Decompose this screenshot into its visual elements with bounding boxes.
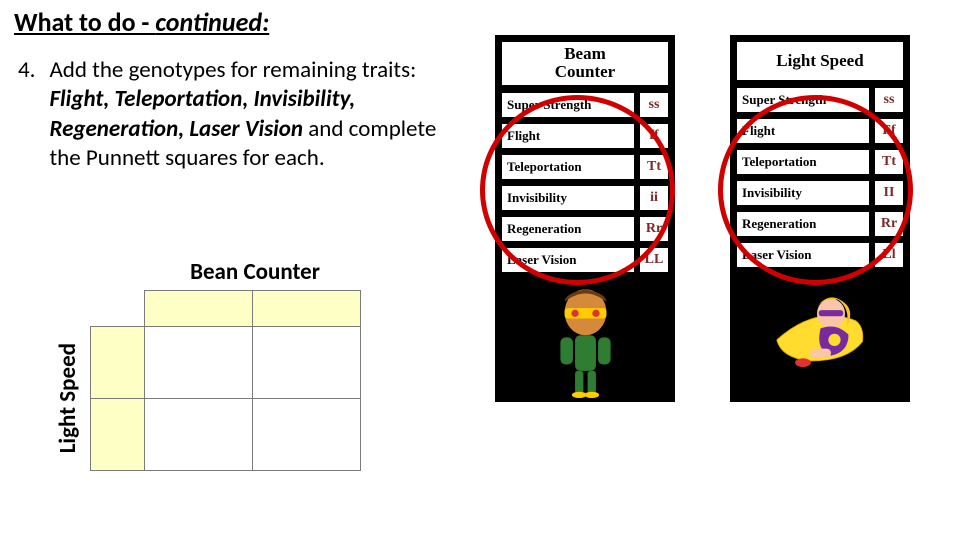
trait-genotype: LL [639, 247, 669, 273]
trait-genotype: ii [639, 185, 669, 211]
trait-genotype: Rr [874, 211, 904, 237]
trait-row: Super Strengthss [736, 87, 904, 113]
hero-illustration [736, 273, 904, 393]
trait-name: Flight [501, 123, 635, 149]
punnett-cell [253, 399, 361, 471]
step-number: 4. [18, 56, 35, 174]
trait-row: Laser VisionLl [736, 242, 904, 268]
trait-genotype: ff [639, 123, 669, 149]
instruction-lead: Add the genotypes for remaining traits: [49, 56, 416, 84]
trait-name: Teleportation [501, 154, 635, 180]
punnett-top-allele-2 [253, 291, 361, 327]
punnett-cell [145, 327, 253, 399]
trait-name: Laser Vision [501, 247, 635, 273]
punnett-top-label: Bean Counter [30, 258, 410, 286]
trait-genotype: Rr [639, 216, 669, 242]
trait-name: Regeneration [501, 216, 635, 242]
trait-row: Laser VisionLL [501, 247, 669, 273]
title-main: What to do - [14, 6, 155, 38]
trait-name: Laser Vision [736, 242, 870, 268]
light-speed-hero-icon [768, 278, 873, 393]
trait-name: Super Strength [736, 87, 870, 113]
trait-name: Super Strength [501, 92, 635, 118]
card-light-speed: Light Speed Super Strengthss FlightFf Te… [730, 35, 910, 402]
punnett-cell [253, 327, 361, 399]
trait-row: TeleportationTt [501, 154, 669, 180]
punnett-grid [90, 290, 361, 471]
trait-row: FlightFf [736, 118, 904, 144]
hero-cards: Beam Counter Super Strengthss Flightff T… [495, 35, 910, 402]
trait-genotype: Ff [874, 118, 904, 144]
trait-row: RegenerationRr [736, 211, 904, 237]
trait-row: RegenerationRr [501, 216, 669, 242]
punnett-square: Bean Counter Light Speed [30, 258, 410, 471]
trait-name: Teleportation [736, 149, 870, 175]
trait-genotype: ss [639, 92, 669, 118]
trait-genotype: ss [874, 87, 904, 113]
trait-row: Super Strengthss [501, 92, 669, 118]
punnett-side-allele-1 [91, 327, 145, 399]
page-title: What to do - continued: [0, 0, 960, 38]
punnett-side-label: Light Speed [54, 343, 82, 453]
trait-genotype: Tt [874, 149, 904, 175]
trait-genotype: Ll [874, 242, 904, 268]
punnett-top-allele-1 [145, 291, 253, 327]
punnett-cell [145, 399, 253, 471]
trait-name: Invisibility [501, 185, 635, 211]
trait-genotype: Tt [639, 154, 669, 180]
trait-genotype: II [874, 180, 904, 206]
card-beam-counter: Beam Counter Super Strengthss Flightff T… [495, 35, 675, 402]
instruction-text: Add the genotypes for remaining traits: … [49, 56, 450, 174]
trait-name: Regeneration [736, 211, 870, 237]
card-title: Beam Counter [501, 41, 669, 86]
trait-name: Invisibility [736, 180, 870, 206]
trait-row: Flightff [501, 123, 669, 149]
hero-illustration [501, 278, 669, 398]
title-continued: continued: [155, 6, 269, 38]
instruction-block: 4. Add the genotypes for remaining trait… [0, 38, 450, 174]
card-title: Light Speed [736, 41, 904, 81]
trait-row: TeleportationTt [736, 149, 904, 175]
beam-counter-hero-icon [533, 283, 638, 398]
punnett-side-allele-2 [91, 399, 145, 471]
trait-name: Flight [736, 118, 870, 144]
trait-row: InvisibilityII [736, 180, 904, 206]
trait-row: Invisibilityii [501, 185, 669, 211]
